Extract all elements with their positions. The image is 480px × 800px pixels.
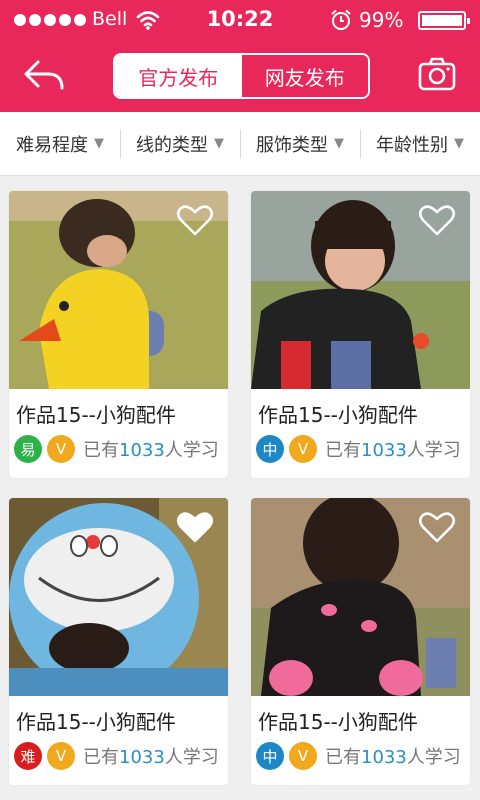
heart-icon[interactable] [418,510,456,544]
filter-difficulty[interactable]: 难易程度 ▼ [0,112,120,175]
learner-count: 已有1033人学习 [325,747,461,768]
caret-down-icon: ▼ [214,136,224,151]
work-title: 作品15--小狗配件 [16,403,176,427]
publish-source-tabs: 官方发布 网友发布 [113,53,370,99]
work-card[interactable]: 作品15--小狗配件 中 V 已有1033人学习 [251,191,470,478]
filter-label: 年龄性别 [376,134,448,156]
difficulty-badge: 中 [256,742,284,770]
tab-official[interactable]: 官方发布 [115,55,242,97]
signal-dots-icon [14,14,86,26]
filter-age-gender[interactable]: 年龄性别 ▼ [360,112,480,175]
vip-badge: V [289,742,317,770]
learner-count: 已有1033人学习 [83,440,219,461]
heart-filled-icon[interactable] [176,510,214,544]
battery-icon [418,11,470,30]
work-title: 作品15--小狗配件 [258,710,418,734]
caret-down-icon: ▼ [94,136,104,151]
back-arrow-icon[interactable] [22,56,66,92]
work-title: 作品15--小狗配件 [16,710,176,734]
caret-down-icon: ▼ [454,136,464,151]
caret-down-icon: ▼ [334,136,344,151]
vip-badge: V [47,435,75,463]
heart-icon[interactable] [176,203,214,237]
filter-label: 服饰类型 [256,134,328,156]
difficulty-badge: 易 [14,435,42,463]
work-card[interactable]: 作品15--小狗配件 难 V 已有1033人学习 [9,498,228,785]
battery-percent: 99% [359,8,404,32]
vip-badge: V [289,435,317,463]
filter-label: 难易程度 [16,134,88,156]
work-meta: 易 V 已有1033人学习 [14,435,219,463]
learner-count: 已有1033人学习 [83,747,219,768]
wifi-icon [136,11,160,30]
vip-badge: V [47,742,75,770]
alarm-icon [331,9,351,30]
learner-count: 已有1033人学习 [325,440,461,461]
tab-user[interactable]: 网友发布 [241,55,368,97]
carrier-label: Bell [92,8,128,30]
work-card[interactable]: 作品15--小狗配件 易 V 已有1033人学习 [9,191,228,478]
work-card[interactable]: 作品15--小狗配件 中 V 已有1033人学习 [251,498,470,785]
difficulty-badge: 中 [256,435,284,463]
work-meta: 难 V 已有1033人学习 [14,742,219,770]
camera-icon[interactable] [418,57,456,91]
filter-bar: 难易程度 ▼ 线的类型 ▼ 服饰类型 ▼ 年龄性别 ▼ [0,112,480,176]
work-title: 作品15--小狗配件 [258,403,418,427]
status-bar: Bell 10:22 99% [0,0,480,40]
filter-garment-type[interactable]: 服饰类型 ▼ [240,112,360,175]
app-header: Bell 10:22 99% 官方发布 网友发布 [0,0,480,112]
work-meta: 中 V 已有1033人学习 [256,742,461,770]
work-meta: 中 V 已有1033人学习 [256,435,461,463]
heart-icon[interactable] [418,203,456,237]
difficulty-badge: 难 [14,742,42,770]
filter-yarn-type[interactable]: 线的类型 ▼ [120,112,240,175]
filter-label: 线的类型 [136,134,208,156]
